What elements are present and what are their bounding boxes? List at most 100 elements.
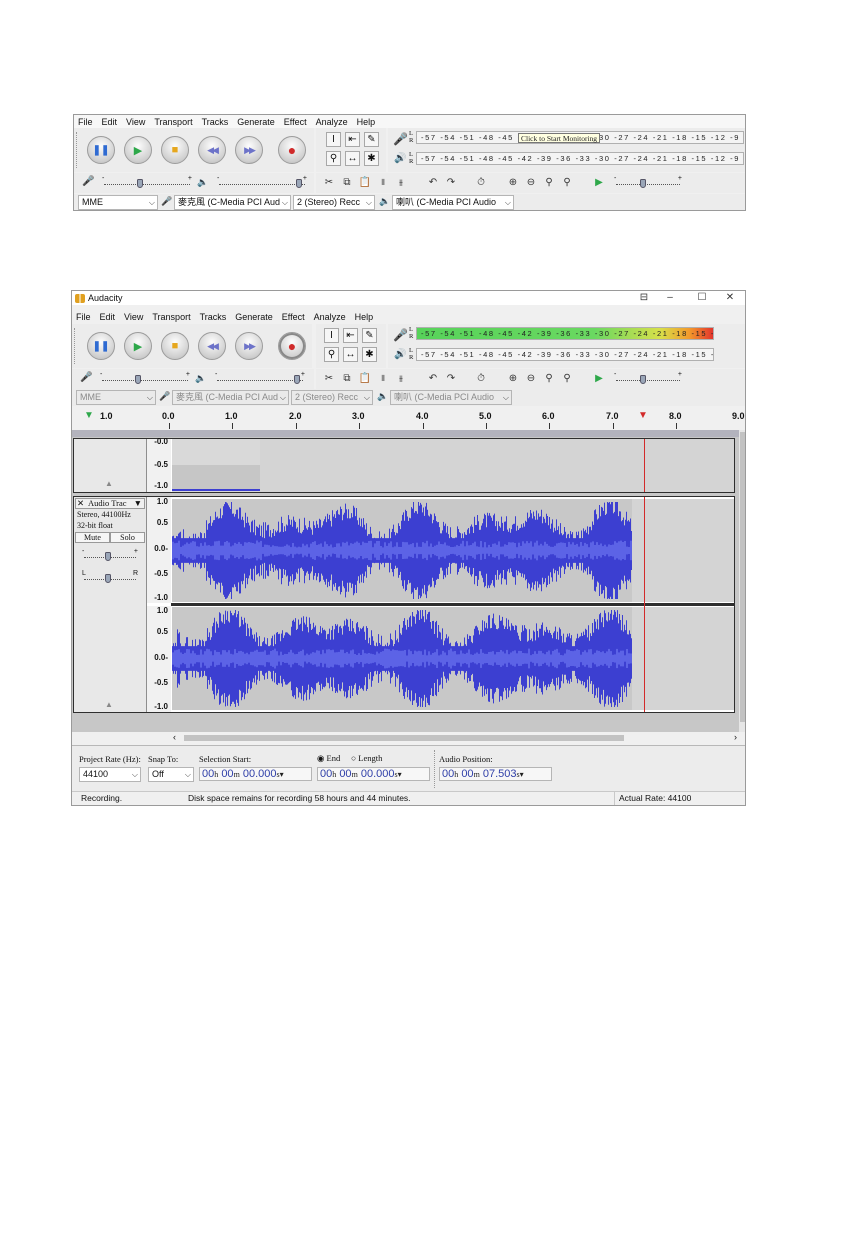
channels-dropdown[interactable]: 2 (Stereo) Recc ⌵ <box>293 195 375 210</box>
playback-volume-knob[interactable] <box>296 179 302 188</box>
play-speed-knob[interactable] <box>640 179 646 188</box>
stop-button[interactable]: ■ <box>161 332 189 360</box>
skip-to-end-button[interactable]: ▶▶ <box>235 332 263 360</box>
multi-tool-button[interactable]: ✱ <box>364 151 379 166</box>
fit-project-icon[interactable]: ⚲ <box>560 176 574 190</box>
right-channel-waveform[interactable] <box>172 607 632 710</box>
play-speed-slider[interactable]: - + <box>614 371 682 385</box>
silence-icon[interactable]: ⫵ <box>394 176 408 190</box>
copy-icon[interactable]: ⧉ <box>340 372 354 386</box>
undo-icon[interactable]: ↶ <box>426 176 440 190</box>
menu-analyze[interactable]: Analyze <box>314 312 346 322</box>
record-meter-mic-icon[interactable]: 🎤 <box>393 132 408 146</box>
menu-view[interactable]: View <box>124 312 143 322</box>
scroll-right-icon[interactable]: › <box>734 732 737 742</box>
zoom-out-icon[interactable]: ⊖ <box>524 176 538 190</box>
length-radio[interactable]: ○ Length <box>351 753 382 763</box>
selection-start-time[interactable]: 00h 00m 00.000s▾ <box>199 767 312 781</box>
mute-button[interactable]: Mute <box>75 532 110 543</box>
record-button[interactable]: ● <box>278 136 306 164</box>
selection-end-time[interactable]: 00h 00m 00.000s▾ <box>317 767 430 781</box>
output-device-dropdown[interactable]: 喇叭 (C-Media PCI Audio ⌵ <box>392 195 514 210</box>
host-dropdown[interactable]: MME ⌵ <box>76 390 156 405</box>
zoom-out-icon[interactable]: ⊖ <box>524 372 538 386</box>
paste-icon[interactable]: 📋 <box>358 176 372 190</box>
skip-to-start-button[interactable]: ◀◀ <box>198 136 226 164</box>
cut-icon[interactable]: ✂ <box>322 372 336 386</box>
playback-meter-speaker-icon[interactable]: 🔊 <box>394 153 406 164</box>
playback-meter[interactable]: -57 -54 -51 -48 -45 -42 -39 -36 -33 -30 … <box>416 152 744 165</box>
output-device-dropdown[interactable]: 喇叭 (C-Media PCI Audio ⌵ <box>390 390 512 405</box>
trim-icon[interactable]: ⫴ <box>376 372 390 386</box>
play-button[interactable]: ▶ <box>124 332 152 360</box>
snap-to-dropdown[interactable]: Off ⌵ <box>148 767 194 782</box>
sync-lock-icon[interactable]: ⏱ <box>474 176 488 190</box>
fit-project-icon[interactable]: ⚲ <box>560 372 574 386</box>
menu-edit[interactable]: Edit <box>100 312 116 322</box>
minimize-icon[interactable]: – <box>657 291 683 305</box>
redo-icon[interactable]: ↷ <box>444 176 458 190</box>
sync-lock-icon[interactable]: ⏱ <box>474 372 488 386</box>
draw-tool-button[interactable]: ✎ <box>364 132 379 147</box>
project-rate-dropdown[interactable]: 44100 ⌵ <box>79 767 141 782</box>
track-close-icon[interactable]: ✕ <box>77 499 84 508</box>
play-start-marker-icon[interactable]: ▼ <box>84 410 94 421</box>
monitor-tooltip[interactable]: Click to Start Monitoring <box>518 133 601 143</box>
zoom-tool-button[interactable]: ⚲ <box>324 347 339 362</box>
horizontal-scroll-thumb[interactable] <box>184 735 624 741</box>
menu-generate[interactable]: Generate <box>235 312 273 322</box>
toolbar-grip[interactable] <box>76 132 78 168</box>
menu-view[interactable]: View <box>126 117 145 127</box>
menu-tracks[interactable]: Tracks <box>200 312 227 322</box>
selection-tool-button[interactable]: I <box>324 328 339 343</box>
audio-position-time[interactable]: 00h 00m 07.503s▾ <box>439 767 552 781</box>
menu-transport[interactable]: Transport <box>154 117 192 127</box>
playback-meter-speaker-icon[interactable]: 🔊 <box>394 349 406 360</box>
recording-meter[interactable]: -57 -54 -51 -48 -45 -42 -39 -36 -33 -30 … <box>416 327 714 340</box>
stop-button[interactable]: ■ <box>161 136 189 164</box>
envelope-tool-button[interactable]: ⇤ <box>345 132 360 147</box>
copy-icon[interactable]: ⧉ <box>340 176 354 190</box>
collapse-icon[interactable]: ▲ <box>105 479 113 488</box>
play-speed-slider[interactable]: - + <box>614 175 682 189</box>
skip-to-end-button[interactable]: ▶▶ <box>235 136 263 164</box>
menu-analyze[interactable]: Analyze <box>316 117 348 127</box>
timeshift-tool-button[interactable]: ↔ <box>343 347 358 362</box>
track-name[interactable]: Audio Trac <box>88 499 127 508</box>
recording-volume-slider[interactable]: - + <box>102 175 192 189</box>
draw-tool-button[interactable]: ✎ <box>362 328 377 343</box>
timeline-ruler[interactable]: ▼ 1.0 0.0 1.0 2.0 3.0 4.0 5.0 6.0 7.0 ▼ … <box>72 407 745 429</box>
vertical-scroll-thumb[interactable] <box>740 432 745 722</box>
play-at-speed-icon[interactable]: ▶ <box>592 372 606 386</box>
multi-tool-button[interactable]: ✱ <box>362 347 377 362</box>
fit-selection-icon[interactable]: ⚲ <box>542 176 556 190</box>
menu-file[interactable]: File <box>78 117 93 127</box>
menu-file[interactable]: File <box>76 312 91 322</box>
play-speed-knob[interactable] <box>640 375 646 384</box>
playback-volume-slider[interactable]: - + <box>215 371 305 385</box>
play-button[interactable]: ▶ <box>124 136 152 164</box>
gain-knob[interactable] <box>105 552 111 561</box>
skip-to-start-button[interactable]: ◀◀ <box>198 332 226 360</box>
paste-icon[interactable]: 📋 <box>358 372 372 386</box>
left-channel-waveform[interactable] <box>172 499 632 602</box>
pause-button[interactable]: ❚❚ <box>87 136 115 164</box>
zoom-in-icon[interactable]: ⊕ <box>506 176 520 190</box>
recording-volume-knob[interactable] <box>137 179 143 188</box>
silence-icon[interactable]: ⫵ <box>394 372 408 386</box>
undo-icon[interactable]: ↶ <box>426 372 440 386</box>
collapse-icon[interactable]: ▲ <box>105 700 113 709</box>
menu-generate[interactable]: Generate <box>237 117 275 127</box>
cut-icon[interactable]: ✂ <box>322 176 336 190</box>
menu-transport[interactable]: Transport <box>152 312 190 322</box>
playback-volume-slider[interactable]: - + <box>217 175 307 189</box>
envelope-tool-button[interactable]: ⇤ <box>343 328 358 343</box>
zoom-tool-button[interactable]: ⚲ <box>326 151 341 166</box>
input-device-dropdown[interactable]: 麥克風 (C-Media PCI Aud ⌵ <box>174 195 291 210</box>
pan-knob[interactable] <box>105 574 111 583</box>
solo-button[interactable]: Solo <box>110 532 145 543</box>
play-at-speed-icon[interactable]: ▶ <box>592 176 606 190</box>
recording-volume-slider[interactable]: - + <box>100 371 190 385</box>
record-meter-mic-icon[interactable]: 🎤 <box>393 328 408 342</box>
pan-slider[interactable]: L R <box>82 570 138 584</box>
